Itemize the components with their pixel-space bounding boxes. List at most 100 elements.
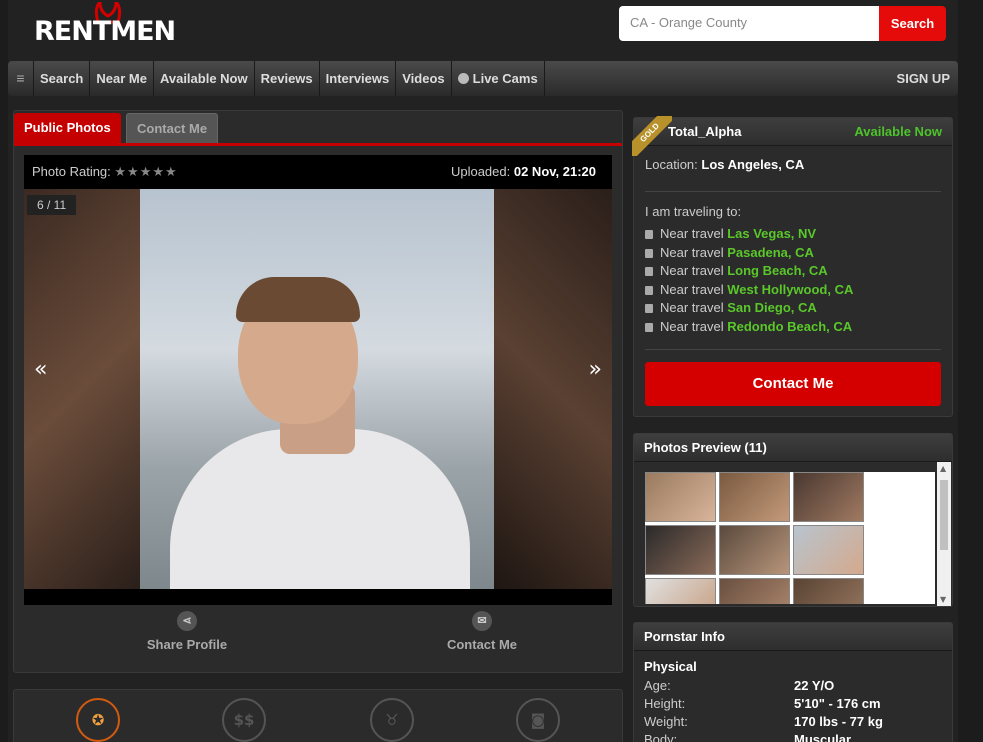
contact-me-label: Contact Me <box>446 637 518 652</box>
info-row: Age: 22 Y/O <box>644 678 835 693</box>
profile-header: GOLD Total_Alpha Available Now <box>632 116 952 156</box>
nav-interviews[interactable]: Interviews <box>320 61 397 96</box>
travel-city[interactable]: Las Vegas, NV <box>727 226 816 241</box>
upload-info: Uploaded: 02 Nov, 21:20 <box>451 164 596 179</box>
thumbnail[interactable] <box>645 525 716 575</box>
main-nav: ≡ Search Near Me Available Now Reviews I… <box>8 61 958 96</box>
uploaded-date: 02 Nov, 21:20 <box>513 164 596 179</box>
main-photo[interactable] <box>140 189 494 589</box>
scroll-thumb[interactable] <box>940 480 948 550</box>
list-item: Near travel Las Vegas, NV <box>645 226 853 245</box>
info-title: Pornstar Info <box>634 623 952 651</box>
webcam-icon <box>457 73 469 84</box>
rating-label: Photo Rating: <box>32 164 111 179</box>
info-row: Weight: 170 lbs - 77 kg <box>644 714 883 729</box>
list-item: Near travel Redondo Beach, CA <box>645 319 853 338</box>
list-item: Near travel San Diego, CA <box>645 300 853 319</box>
info-row: Height: 5'10" - 176 cm <box>644 696 881 711</box>
nav-reviews[interactable]: Reviews <box>255 61 320 96</box>
badges-panel: ✪ $$ ♉ ◙ <box>13 689 623 742</box>
travel-city[interactable]: Pasadena, CA <box>727 245 814 260</box>
nav-live-cams-label: Live Cams <box>472 71 538 86</box>
signup-link[interactable]: SIGN UP <box>891 61 958 96</box>
photo-header: Photo Rating: ★★★★★ Uploaded: 02 Nov, 21… <box>24 155 612 189</box>
photo-counter: 6 / 11 <box>27 195 77 215</box>
page: RENTMEN CA - Orange County Search ≡ Sear… <box>8 0 958 742</box>
thumbnail-grid <box>645 472 935 604</box>
thumbnail[interactable] <box>793 525 864 575</box>
share-profile-label: Share Profile <box>146 637 228 652</box>
list-item: Near travel West Hollywood, CA <box>645 282 853 301</box>
lock-icon <box>645 304 653 314</box>
camera-icon[interactable]: ◙ <box>516 698 560 742</box>
scroll-up-icon[interactable]: ▲ <box>940 464 946 473</box>
nav-live-cams[interactable]: Live Cams <box>452 61 545 96</box>
travel-city[interactable]: Long Beach, CA <box>727 263 827 278</box>
thumbnail[interactable] <box>645 472 716 522</box>
travel-list: Near travel Las Vegas, NV Near travel Pa… <box>645 226 853 338</box>
location-label: Location: <box>645 157 698 172</box>
travel-city[interactable]: West Hollywood, CA <box>727 282 853 297</box>
thumbnail[interactable] <box>793 472 864 522</box>
lock-icon <box>645 267 653 277</box>
nav-available-now[interactable]: Available Now <box>154 61 255 96</box>
thumbnail[interactable] <box>719 525 790 575</box>
contact-me-action[interactable]: ✉ Contact Me <box>402 611 562 652</box>
share-profile-button[interactable]: ⋖ Share Profile <box>107 611 267 652</box>
divider <box>645 191 941 192</box>
uploaded-label: Uploaded: <box>450 164 511 179</box>
pornstar-info: Pornstar Info Physical Age: 22 Y/O Height… <box>633 622 953 742</box>
prev-arrow-icon[interactable]: « <box>34 357 47 382</box>
lock-icon <box>645 248 653 258</box>
availability-status: Available Now <box>854 124 942 139</box>
search-input[interactable]: CA - Orange County <box>619 6 879 41</box>
gold-badge-label: GOLD <box>632 116 672 156</box>
photo-tabs: Public Photos Contact Me <box>14 111 622 146</box>
location: Location: Los Angeles, CA <box>645 157 804 172</box>
next-arrow-icon[interactable]: » <box>589 357 602 382</box>
nav-near-me[interactable]: Near Me <box>90 61 154 96</box>
tab-public-photos[interactable]: Public Photos <box>14 113 121 143</box>
travel-city[interactable]: San Diego, CA <box>727 300 817 315</box>
tab-contact-me[interactable]: Contact Me <box>126 113 219 143</box>
preview-title: Photos Preview (11) <box>644 440 767 455</box>
next-photo[interactable] <box>494 189 612 589</box>
preview-header: Photos Preview (11) <box>634 434 952 462</box>
lock-icon <box>645 322 653 332</box>
photo-carousel: 6 / 11 « » <box>24 189 612 589</box>
travel-title: I am traveling to: <box>645 204 742 219</box>
photos-preview: Photos Preview (11) ▲ ▼ <box>633 433 953 607</box>
previous-photo[interactable] <box>24 189 140 589</box>
lock-icon <box>645 285 653 295</box>
thumbnail[interactable] <box>719 472 790 522</box>
thumbnail[interactable] <box>719 578 790 604</box>
rating-stars[interactable]: ★★★★★ <box>114 164 177 179</box>
username: Total_Alpha <box>668 124 742 139</box>
rentmen-logo[interactable]: RENTMEN <box>34 2 184 50</box>
thumbnail[interactable] <box>645 578 716 604</box>
nav-videos[interactable]: Videos <box>396 61 452 96</box>
menu-icon[interactable]: ≡ <box>8 61 34 96</box>
photo-rating: Photo Rating: ★★★★★ <box>32 164 178 180</box>
divider <box>645 349 941 350</box>
money-icon[interactable]: $$ <box>222 698 266 742</box>
photo-panel: Public Photos Contact Me Photo Rating: ★… <box>13 110 623 673</box>
contact-me-button[interactable]: Contact Me <box>645 362 941 406</box>
lock-icon <box>645 230 653 239</box>
nav-search[interactable]: Search <box>34 61 91 96</box>
photo-footer <box>24 589 612 605</box>
thumbnail[interactable] <box>793 578 864 604</box>
devil-icon[interactable]: ♉ <box>370 698 414 742</box>
info-section: Physical <box>644 659 697 674</box>
search-button[interactable]: Search <box>879 6 946 41</box>
travel-city[interactable]: Redondo Beach, CA <box>727 319 852 334</box>
scroll-down-icon[interactable]: ▼ <box>940 595 946 604</box>
list-item: Near travel Long Beach, CA <box>645 263 853 282</box>
preview-scrollbar[interactable]: ▲ ▼ <box>937 462 951 606</box>
gold-badge: GOLD <box>632 116 672 156</box>
list-item: Near travel Pasadena, CA <box>645 245 853 264</box>
share-icon: ⋖ <box>177 611 197 631</box>
location-value: Los Angeles, CA <box>701 157 805 172</box>
award-icon[interactable]: ✪ <box>76 698 120 742</box>
profile-card: GOLD Total_Alpha Available Now Location:… <box>632 116 953 417</box>
